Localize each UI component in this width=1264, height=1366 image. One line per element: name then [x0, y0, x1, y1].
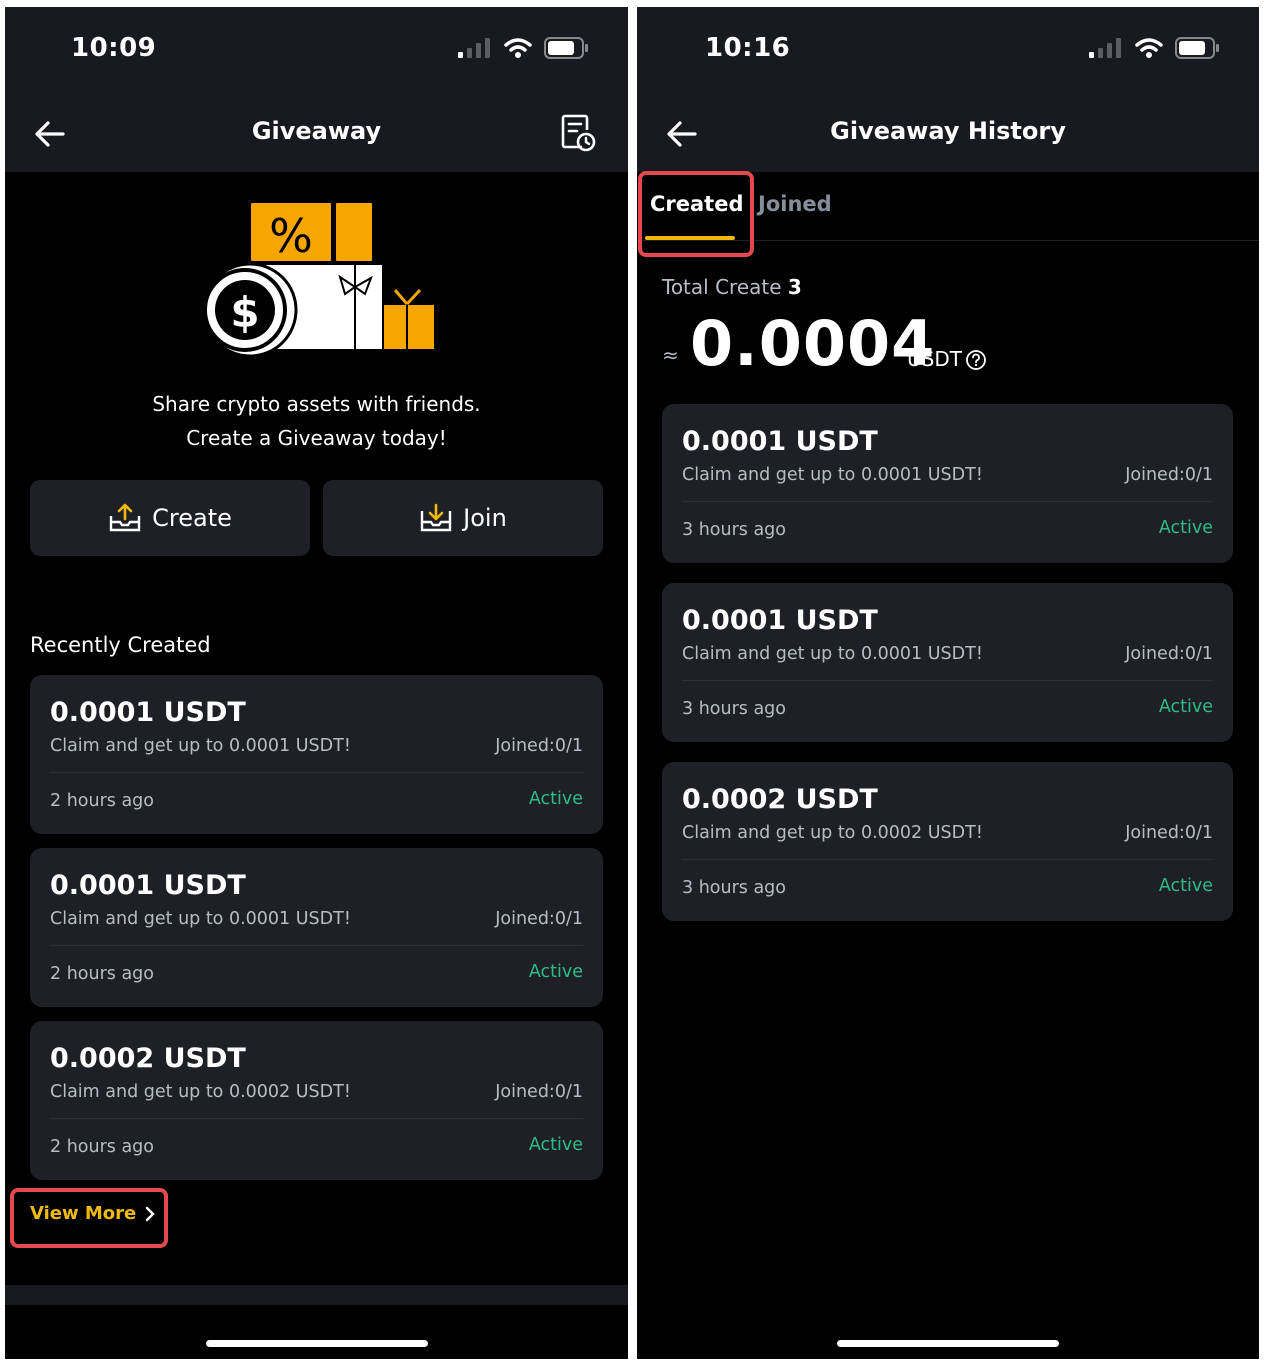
giveaway-card[interactable]: 0.0001 USDT Claim and get up to 0.0001 U… [662, 404, 1233, 563]
svg-text:$: $ [230, 288, 259, 337]
giveaway-card[interactable]: 0.0001 USDT Claim and get up to 0.0001 U… [30, 848, 603, 1007]
status-time: 10:16 [705, 33, 791, 63]
card-amount: 0.0002 USDT [50, 1043, 246, 1074]
status-badge: Active [1158, 876, 1213, 896]
page-title: Giveaway History [830, 117, 1066, 145]
create-button[interactable]: Create [30, 480, 310, 556]
battery-icon [544, 37, 588, 59]
signal-icon [1089, 38, 1121, 58]
total-count: 3 [787, 275, 802, 299]
card-time: 3 hours ago [682, 699, 787, 719]
status-icons [458, 37, 588, 59]
wifi-icon [504, 38, 532, 58]
card-joined: Joined:0/1 [1125, 823, 1213, 843]
battery-icon [1175, 37, 1219, 59]
hero-line-1: Share crypto assets with friends. [152, 392, 481, 416]
bottom-strip [5, 1285, 628, 1305]
status-badge: Active [528, 1135, 583, 1155]
card-time: 2 hours ago [50, 964, 155, 984]
card-joined: Joined:0/1 [495, 1082, 583, 1102]
card-divider [50, 1118, 583, 1119]
status-badge: Active [528, 962, 583, 982]
card-description: Claim and get up to 0.0001 USDT! [682, 644, 983, 664]
card-joined: Joined:0/1 [495, 736, 583, 756]
card-amount: 0.0001 USDT [50, 870, 246, 901]
card-joined: Joined:0/1 [1125, 644, 1213, 664]
status-time: 10:09 [71, 33, 157, 63]
giveaway-card[interactable]: 0.0001 USDT Claim and get up to 0.0001 U… [662, 583, 1233, 742]
card-amount: 0.0001 USDT [682, 426, 878, 457]
status-bar: 10:09 [5, 7, 628, 97]
card-amount: 0.0002 USDT [682, 784, 878, 815]
home-indicator [205, 1340, 428, 1347]
card-description: Claim and get up to 0.0001 USDT! [50, 736, 351, 756]
join-button[interactable]: Join [323, 480, 603, 556]
status-badge: Active [1158, 518, 1213, 538]
nav-bar: Giveaway History [637, 97, 1259, 172]
giveaway-screen: 10:09 Giveaway % $ Share crypto assets w… [5, 7, 628, 1359]
signal-icon [458, 38, 490, 58]
status-badge: Active [528, 789, 583, 809]
giveaway-card[interactable]: 0.0001 USDT Claim and get up to 0.0001 U… [30, 675, 603, 834]
svg-text:%: % [269, 209, 313, 263]
home-indicator [837, 1340, 1059, 1347]
giveaway-illustration: % $ [202, 202, 435, 358]
giveaway-card[interactable]: 0.0002 USDT Claim and get up to 0.0002 U… [30, 1021, 603, 1180]
total-value: 0.0004 [690, 307, 936, 380]
status-icons [1089, 37, 1219, 59]
card-time: 2 hours ago [50, 791, 155, 811]
highlight-box-view-more [10, 1188, 168, 1248]
section-title: Recently Created [30, 633, 211, 657]
download-icon [420, 503, 452, 532]
status-bar: 10:16 [637, 7, 1259, 97]
giveaway-card[interactable]: 0.0002 USDT Claim and get up to 0.0002 U… [662, 762, 1233, 921]
status-badge: Active [1158, 697, 1213, 717]
card-divider [682, 859, 1213, 860]
nav-bar: Giveaway [5, 97, 628, 172]
join-label: Join [463, 504, 507, 532]
card-amount: 0.0001 USDT [50, 697, 246, 728]
card-divider [682, 680, 1213, 681]
card-description: Claim and get up to 0.0001 USDT! [50, 909, 351, 929]
upload-icon [109, 503, 141, 532]
card-joined: Joined:0/1 [1125, 465, 1213, 485]
card-description: Claim and get up to 0.0001 USDT! [682, 465, 983, 485]
card-description: Claim and get up to 0.0002 USDT! [50, 1082, 351, 1102]
card-divider [50, 772, 583, 773]
wifi-icon [1135, 38, 1163, 58]
page-title: Giveaway [251, 117, 382, 145]
history-icon[interactable] [560, 113, 596, 153]
highlight-box-created-tab [638, 171, 754, 257]
hero-text: Share crypto assets with friends. Create… [5, 387, 628, 455]
hero-line-2: Create a Giveaway today! [186, 426, 447, 450]
card-time: 2 hours ago [50, 1137, 155, 1157]
total-create-label: Total Create 3 [662, 275, 802, 299]
card-time: 3 hours ago [682, 520, 787, 540]
help-icon[interactable] [965, 349, 987, 371]
approx-symbol: ≈ [662, 343, 679, 367]
giveaway-history-screen: 10:16 Giveaway History Created Joined To… [637, 7, 1259, 1359]
card-divider [50, 945, 583, 946]
card-divider [682, 501, 1213, 502]
card-amount: 0.0001 USDT [682, 605, 878, 636]
total-unit: USDT [907, 347, 962, 371]
card-time: 3 hours ago [682, 878, 787, 898]
tab-joined[interactable]: Joined [758, 192, 832, 216]
create-label: Create [152, 504, 232, 532]
total-label-text: Total Create [662, 275, 782, 299]
card-joined: Joined:0/1 [495, 909, 583, 929]
card-description: Claim and get up to 0.0002 USDT! [682, 823, 983, 843]
